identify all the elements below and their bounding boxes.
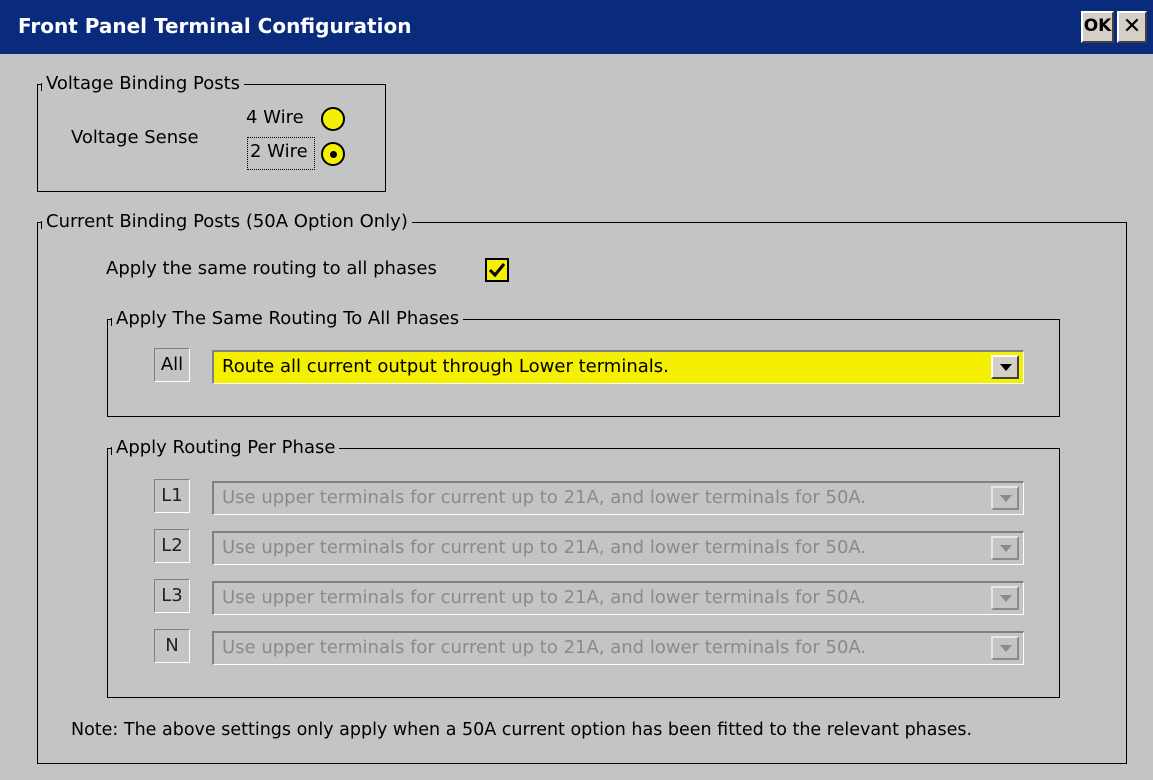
chevron-down-icon[interactable] (991, 486, 1019, 510)
phase-label-l1: L1 (154, 479, 190, 513)
routing-n-value: Use upper terminals for current up to 21… (222, 637, 867, 658)
same-routing-label[interactable]: Apply the same routing to all phases (106, 258, 437, 279)
phase-label-l3: L3 (154, 579, 190, 613)
same-routing-checkbox[interactable] (485, 258, 509, 282)
routing-l3-value: Use upper terminals for current up to 21… (222, 587, 867, 608)
chevron-down-icon[interactable] (991, 636, 1019, 660)
ok-button[interactable]: OK (1081, 11, 1114, 43)
checkmark-icon (488, 263, 506, 278)
title-bar: Front Panel Terminal Configuration OK ✕ (0, 0, 1153, 54)
per-phase-group-title: Apply Routing Per Phase (110, 436, 340, 460)
radio-2-wire[interactable] (321, 142, 345, 166)
close-button[interactable]: ✕ (1117, 11, 1147, 43)
routing-all-dropdown[interactable]: Route all current output through Lower t… (212, 350, 1024, 384)
window-title: Front Panel Terminal Configuration (18, 14, 412, 38)
radio-4-wire[interactable] (321, 107, 345, 131)
routing-l1-dropdown[interactable]: Use upper terminals for current up to 21… (212, 481, 1024, 515)
per-phase-routing-group: Apply Routing Per Phase L1 Use upper ter… (107, 436, 1060, 698)
routing-all-value: Route all current output through Lower t… (222, 356, 669, 377)
routing-l2-dropdown[interactable]: Use upper terminals for current up to 21… (212, 531, 1024, 565)
phase-label-all: All (154, 348, 190, 382)
routing-n-dropdown[interactable]: Use upper terminals for current up to 21… (212, 631, 1024, 665)
chevron-down-icon[interactable] (991, 586, 1019, 610)
routing-l1-value: Use upper terminals for current up to 21… (222, 487, 867, 508)
routing-l3-dropdown[interactable]: Use upper terminals for current up to 21… (212, 581, 1024, 615)
voltage-sense-label: Voltage Sense (71, 127, 199, 148)
radio-2-wire-label[interactable]: 2 Wire (250, 141, 308, 162)
same-routing-group: Apply The Same Routing To All Phases All… (107, 307, 1060, 417)
phase-label-n: N (154, 629, 190, 663)
same-routing-group-title: Apply The Same Routing To All Phases (110, 307, 464, 331)
close-icon: ✕ (1122, 14, 1142, 39)
routing-l2-value: Use upper terminals for current up to 21… (222, 537, 867, 558)
chevron-down-icon[interactable] (991, 355, 1019, 379)
current-binding-posts-group: Current Binding Posts (50A Option Only) … (37, 210, 1127, 764)
voltage-binding-posts-group: Voltage Binding Posts Voltage Sense 4 Wi… (37, 72, 386, 192)
current-group-title: Current Binding Posts (50A Option Only) (41, 210, 412, 234)
note-text: Note: The above settings only apply when… (71, 720, 973, 740)
radio-4-wire-label[interactable]: 4 Wire (246, 107, 304, 128)
phase-label-l2: L2 (154, 529, 190, 563)
voltage-group-title: Voltage Binding Posts (40, 72, 245, 96)
radio-selected-dot (330, 151, 337, 158)
chevron-down-icon[interactable] (991, 536, 1019, 560)
